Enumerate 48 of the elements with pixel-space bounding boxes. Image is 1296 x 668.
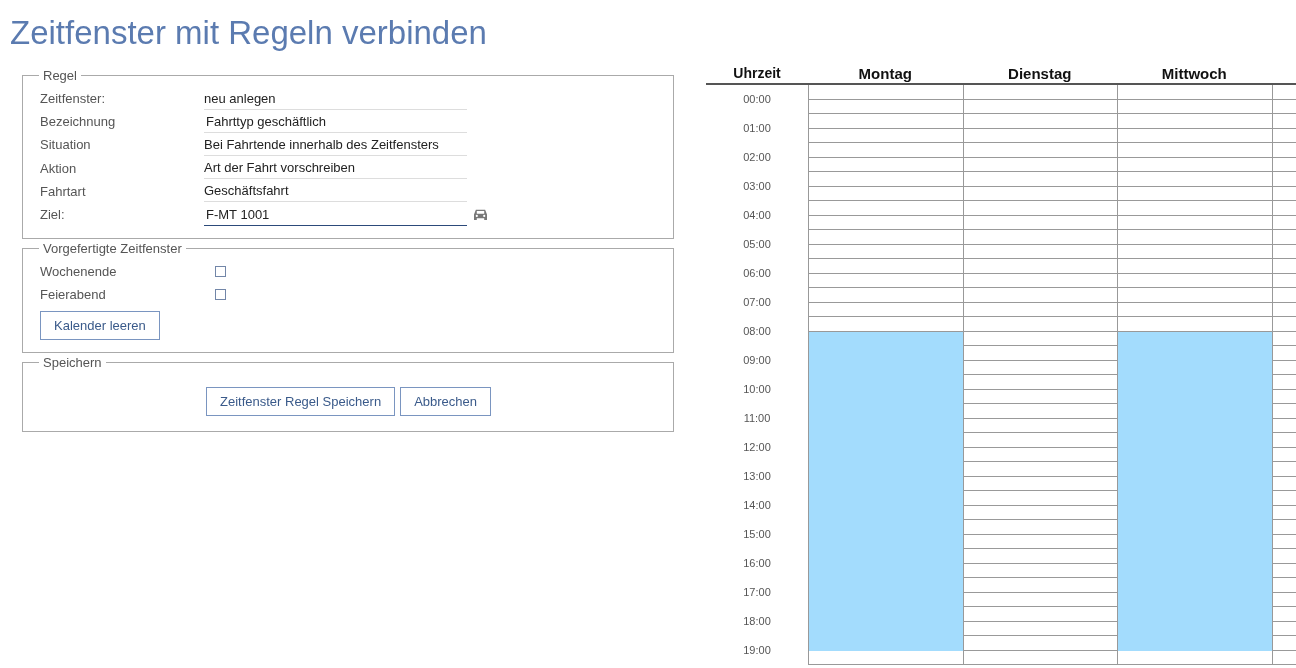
input-field[interactable]: Fahrttyp geschäftlich <box>204 110 467 133</box>
car-icon[interactable] <box>473 208 488 222</box>
day-header: Montag <box>808 64 963 85</box>
hour-label: 19:00 <box>742 643 772 658</box>
field-label: Aktion <box>40 160 78 176</box>
checkbox[interactable] <box>215 289 226 301</box>
hour-label: 08:00 <box>742 324 772 339</box>
field-label: Zeitfenster: <box>40 91 107 107</box>
field-label: Situation <box>40 137 92 153</box>
hour-label: 07:00 <box>742 295 772 310</box>
checkbox-label: Wochenende <box>40 264 118 280</box>
checkbox[interactable] <box>215 266 226 278</box>
action-button[interactable]: Zeitfenster Regel Speichern <box>205 387 396 417</box>
panel-legend: Speichern <box>39 355 106 371</box>
day-header: Dienstag <box>962 64 1117 85</box>
checkbox-label: Feierabend <box>40 287 107 303</box>
day-header: Mittwoch <box>1117 64 1272 85</box>
field-label: Fahrtart <box>40 183 87 199</box>
hour-label: 06:00 <box>742 266 772 281</box>
hour-label: 00:00 <box>742 92 772 107</box>
hour-label: 03:00 <box>742 179 772 194</box>
hour-label: 18:00 <box>742 614 772 629</box>
page-title: Zeitfenster mit Regeln verbinden <box>9 13 488 53</box>
hour-label: 10:00 <box>742 382 772 397</box>
column-header: Uhrzeit <box>706 64 808 85</box>
hour-label: 04:00 <box>742 208 772 223</box>
field-value: Geschäftsfahrt <box>204 180 467 203</box>
hour-label: 14:00 <box>742 498 772 513</box>
hour-label: 11:00 <box>742 411 772 426</box>
hour-label: 05:00 <box>742 237 772 252</box>
panel-legend: Vorgefertigte Zeitfenster <box>39 241 186 257</box>
hour-label: 17:00 <box>742 585 772 600</box>
field-value: Bei Fahrtende innerhalb des Zeitfensters <box>204 133 467 156</box>
input-field[interactable]: F-MT 1001 <box>204 203 467 226</box>
hour-label: 16:00 <box>742 556 772 571</box>
field-value: Art der Fahrt vorschreiben <box>204 157 467 180</box>
clear-calendar-button[interactable]: Kalender leeren <box>40 311 160 341</box>
field-label: Ziel: <box>40 207 66 223</box>
hour-label: 01:00 <box>742 121 772 136</box>
field-label: Bezeichnung <box>40 114 117 130</box>
hour-label: 12:00 <box>742 440 772 455</box>
hour-label: 09:00 <box>742 353 772 368</box>
hour-label: 13:00 <box>742 469 772 484</box>
hour-label: 15:00 <box>742 527 772 542</box>
action-button[interactable]: Abbrechen <box>400 387 491 417</box>
hour-label: 02:00 <box>742 150 772 165</box>
panel-legend: Regel <box>39 68 81 83</box>
field-value: neu anlegen <box>204 87 467 110</box>
